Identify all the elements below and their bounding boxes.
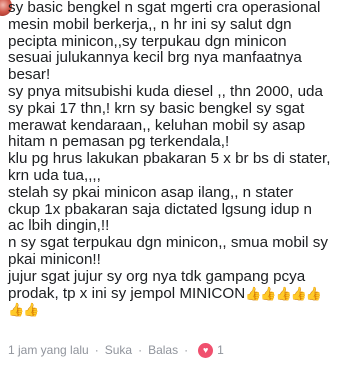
separator-dot: · — [184, 343, 189, 357]
separator-dot: · — [94, 343, 99, 357]
separator-dot: · — [138, 343, 143, 357]
comment-line: ckup 1x pbakaran saja dictated lgsung id… — [8, 200, 312, 218]
comment-line: sy basic bengkel n sgat mgerti cra opera… — [8, 0, 321, 16]
heart-icon: ♥ — [198, 342, 214, 358]
comment-line: klu pg hrus lakukan pbakaran 5 x br bs d… — [8, 150, 331, 168]
thumbs-up-icon: 👍👍👍👍👍 — [245, 285, 322, 301]
comment-line: mesin mobil berkerja,, n hr ini sy salut… — [8, 15, 292, 33]
comment-line: stelah sy pkai minicon asap ilang,, n st… — [8, 183, 294, 201]
comment-line: pecipta minicon,,sy terpukau dgn minicon — [8, 32, 287, 50]
comment-line: n sy sgat terpukau dgn minicon,, smua mo… — [8, 234, 328, 252]
comment-line-text: prodak, tp x ini sy jempol MINICON — [8, 284, 246, 302]
comment-body: sy basic bengkel n sgat mgerti cra opera… — [8, 0, 355, 319]
comment-line: sy pkai 17 thn,! krn sy basic bengkel sy… — [8, 99, 305, 117]
comment-line-last: prodak, tp x ini sy jempol MINICON👍👍👍👍👍 — [8, 284, 355, 303]
comment-line: krn uda tua,,,, — [8, 166, 101, 184]
reaction-count: 1 — [217, 343, 224, 357]
comment-line: pkai minicon!! — [8, 250, 101, 268]
comment-line: hitam n pemasan pg terkendala,! — [8, 133, 230, 151]
reaction-summary[interactable]: ♥ 1 — [198, 342, 224, 358]
comment-timestamp[interactable]: 1 jam yang lalu — [8, 343, 89, 357]
comment-meta: 1 jam yang lalu · Suka · Balas · ♥ 1 — [8, 341, 224, 359]
comment-line-thumbs: 👍👍 — [8, 302, 355, 319]
reply-button[interactable]: Balas — [148, 343, 178, 357]
comment-line: sesuai julukannya kecil brg nya manfaatn… — [8, 49, 302, 67]
comment-line: besar! — [8, 66, 51, 84]
thumbs-up-icon: 👍👍 — [8, 302, 39, 318]
like-button[interactable]: Suka — [105, 343, 132, 357]
comment-line: merawat kendaraan,, keluhan mobil sy asa… — [8, 116, 306, 134]
comment-line: sy pnya mitsubishi kuda diesel ,, thn 20… — [8, 82, 323, 100]
comment-line: jujur sgat jujur sy org nya tdk gampang … — [8, 267, 306, 285]
comment-line: ac lbih dingin,!! — [8, 217, 110, 235]
